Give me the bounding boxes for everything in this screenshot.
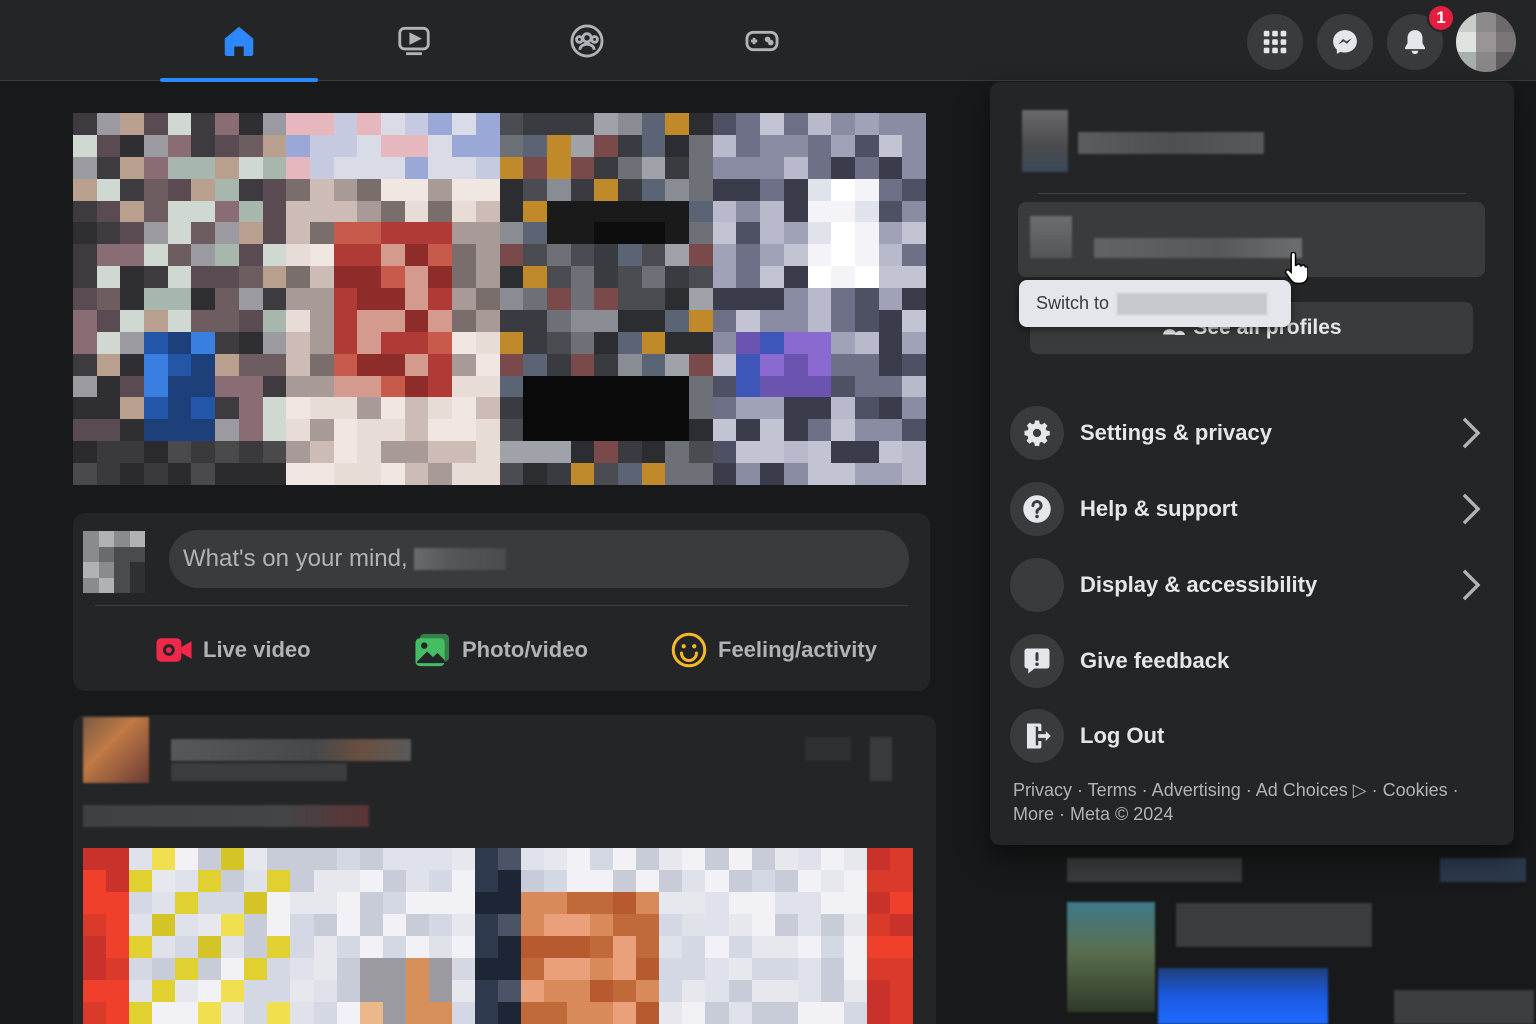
post-close[interactable] <box>870 737 892 781</box>
post-composer: What's on your mind, Live video Photo/vi… <box>73 513 930 691</box>
menu-icon-circle <box>1010 482 1064 536</box>
hand-cursor-icon <box>1284 252 1308 285</box>
menu-item-label: Settings & privacy <box>1080 420 1272 445</box>
feeling-activity-label: Feeling/activity <box>718 637 877 662</box>
live-video-button[interactable]: Live video <box>155 630 311 670</box>
sidebar-link[interactable] <box>1440 858 1526 882</box>
photo-icon <box>415 633 450 667</box>
feed-post <box>73 715 936 1024</box>
sidebar-text <box>1176 903 1372 947</box>
tab-groups[interactable] <box>508 0 666 81</box>
menu-icon-circle <box>1010 558 1064 612</box>
photo-video-button[interactable]: Photo/video <box>414 630 588 670</box>
menu-item-help-support[interactable]: Help & support <box>1010 478 1490 540</box>
switch-profile-row[interactable] <box>1018 202 1485 277</box>
menu-item-display-accessibility[interactable]: Display & accessibility <box>1010 554 1490 616</box>
chevron-right-icon <box>1462 493 1481 525</box>
sidebar-thumbnail[interactable] <box>1067 902 1155 1012</box>
sidebar-text <box>1394 990 1534 1024</box>
divider <box>95 605 908 606</box>
status-input[interactable]: What's on your mind, <box>169 530 909 588</box>
menu-icon-circle <box>1010 709 1064 763</box>
story-card[interactable] <box>712 113 926 485</box>
top-navigation-bar: 1 <box>0 0 1536 82</box>
tooltip-label: Switch to <box>1036 293 1110 313</box>
feeling-activity-button[interactable]: Feeling/activity <box>670 630 877 670</box>
profile-avatar <box>1022 110 1068 172</box>
menu-icon-circle <box>1010 634 1064 688</box>
messenger-button[interactable] <box>1317 14 1373 70</box>
menu-item-label: Log Out <box>1080 723 1165 748</box>
gear-icon <box>1024 420 1050 446</box>
chevron-right-icon <box>1462 417 1481 449</box>
tab-watch[interactable] <box>335 0 493 81</box>
account-avatar[interactable] <box>1456 12 1516 72</box>
post-text <box>83 805 369 827</box>
secondary-profile-avatar <box>1030 216 1072 258</box>
menu-item-log-out[interactable]: Log Out <box>1010 705 1490 767</box>
logout-icon <box>1027 723 1051 749</box>
live-video-label: Live video <box>203 637 311 662</box>
avatar <box>83 531 145 593</box>
secondary-profile-name <box>1094 238 1302 258</box>
tab-gaming[interactable] <box>683 0 841 81</box>
photo-video-label: Photo/video <box>462 637 588 662</box>
menu-item-label: Display & accessibility <box>1080 572 1318 597</box>
post-author-avatar[interactable] <box>83 717 149 783</box>
profile-name <box>1078 132 1264 154</box>
redacted-name <box>413 548 506 570</box>
post-image[interactable] <box>83 848 913 1024</box>
post-options[interactable] <box>805 737 851 761</box>
post-author-name[interactable] <box>171 739 411 761</box>
watch-icon <box>398 26 430 55</box>
divider <box>1038 193 1466 194</box>
post-meta <box>171 763 347 781</box>
menu-footer: Privacy · Terms · Advertising · Ad Choic… <box>1013 778 1483 826</box>
notifications-button[interactable]: 1 <box>1387 4 1455 70</box>
story-card[interactable] <box>73 113 287 485</box>
story-card[interactable] <box>499 113 713 485</box>
groups-icon <box>570 24 604 57</box>
question-icon <box>1023 495 1051 523</box>
bell-icon <box>1405 30 1425 55</box>
menu-item-label: Help & support <box>1080 496 1238 521</box>
menu-item-give-feedback[interactable]: Give feedback <box>1010 630 1490 692</box>
redacted-name <box>1117 292 1268 315</box>
live-video-icon <box>156 638 192 662</box>
menu-item-label: Give feedback <box>1080 648 1230 673</box>
moon-icon <box>1028 572 1041 598</box>
menu-icon-circle <box>1010 406 1064 460</box>
account-menu: See all profiles Settings & privacy Help… <box>990 82 1514 845</box>
menu-button[interactable] <box>1247 14 1303 70</box>
smiley-icon <box>671 632 707 668</box>
messenger-icon <box>1333 30 1357 54</box>
footer-links-line-2[interactable]: More · Meta © 2024 <box>1013 802 1483 826</box>
sidebar-heading <box>1067 858 1242 882</box>
menu-item-settings-privacy[interactable]: Settings & privacy <box>1010 402 1490 464</box>
notification-badge: 1 <box>1427 4 1455 32</box>
gaming-icon <box>745 30 779 51</box>
status-input-placeholder: What's on your mind, <box>183 545 408 572</box>
sidebar-button[interactable] <box>1158 968 1328 1024</box>
chevron-right-icon <box>1462 569 1481 601</box>
current-profile[interactable] <box>1022 110 1266 172</box>
feedback-icon <box>1024 648 1050 674</box>
footer-links-line-1[interactable]: Privacy · Terms · Advertising · Ad Choic… <box>1013 778 1483 802</box>
switch-profile-tooltip: Switch to <box>1019 280 1291 327</box>
home-icon <box>224 26 254 56</box>
stories-tray <box>73 113 926 485</box>
tab-home[interactable] <box>160 0 318 82</box>
grid-menu-icon <box>1263 30 1287 54</box>
story-card[interactable] <box>286 113 500 485</box>
